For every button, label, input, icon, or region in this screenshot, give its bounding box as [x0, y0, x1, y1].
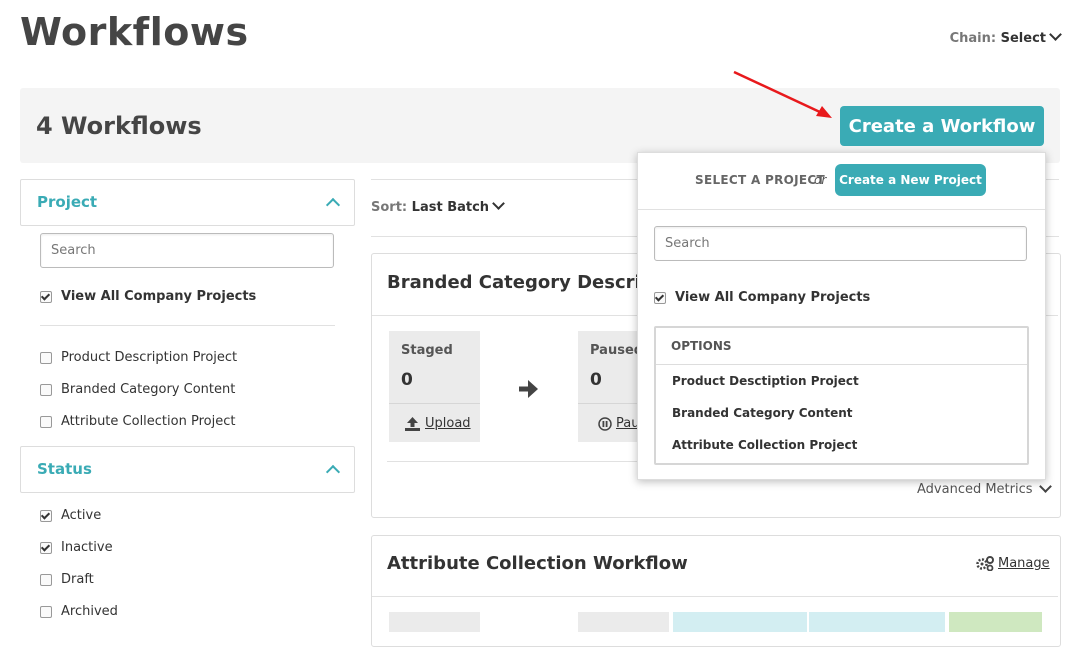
checkbox-icon — [40, 605, 52, 618]
project-search-input[interactable]: Search — [40, 233, 334, 268]
page-title: Workflows — [20, 10, 249, 54]
chevron-up-icon — [325, 464, 341, 479]
status-option-inactive[interactable]: Inactive — [40, 540, 113, 555]
dropdown-view-all-checkbox[interactable]: View All Company Projects — [654, 290, 870, 305]
stage-step-2 — [809, 612, 945, 632]
view-all-projects-checkbox[interactable]: View All Company Projects — [40, 289, 256, 304]
create-workflow-button[interactable]: Create a Workflow — [840, 106, 1044, 146]
checkbox-checked-icon — [40, 290, 52, 303]
stage-step-1 — [673, 612, 807, 632]
gears-icon — [976, 556, 994, 571]
chevron-down-icon — [492, 197, 505, 210]
chevron-down-icon — [1049, 28, 1062, 41]
checkbox-icon — [40, 573, 52, 586]
workflow-count: 4 Workflows — [36, 112, 202, 140]
arrow-right-icon — [519, 380, 538, 398]
status-filter-title: Status — [37, 460, 92, 478]
chevron-up-icon — [325, 197, 341, 212]
select-project-dropdown: SELECT A PROJECT or Create a New Project… — [637, 152, 1046, 480]
status-option-archived[interactable]: Archived — [40, 604, 118, 619]
pause-icon — [598, 416, 612, 431]
project-option[interactable]: Attribute Collection Project — [40, 414, 235, 429]
options-header: OPTIONS — [656, 328, 1027, 365]
project-option[interactable]: Product Description Project — [40, 350, 237, 365]
checkbox-icon — [40, 415, 52, 428]
project-filter-title: Project — [37, 193, 98, 211]
project-option-item[interactable]: Attribute Collection Project — [672, 438, 857, 452]
divider — [389, 403, 480, 404]
stage-paused — [578, 612, 669, 632]
status-option-draft[interactable]: Draft — [40, 572, 94, 587]
project-options-list: OPTIONS Product Desctiption Project Bran… — [654, 326, 1029, 465]
status-filter-panel: Status — [20, 446, 355, 493]
chain-label: Chain: — [949, 31, 997, 46]
divider — [372, 596, 1058, 597]
project-filter-header[interactable]: Project — [21, 180, 354, 224]
divider — [578, 403, 638, 404]
stage-label: Staged — [401, 343, 453, 358]
chain-selector[interactable]: Chain: Select — [949, 28, 1062, 46]
checkbox-icon — [40, 383, 52, 396]
stage-value: 0 — [401, 370, 413, 390]
divider — [638, 209, 1045, 210]
project-option[interactable]: Branded Category Content — [40, 382, 235, 397]
checkbox-checked-icon — [654, 291, 666, 304]
chain-value: Select — [1000, 31, 1046, 46]
status-filter-header[interactable]: Status — [21, 447, 354, 491]
sort-selector[interactable]: Sort: Last Batch — [371, 197, 505, 215]
chevron-down-icon — [1038, 480, 1052, 493]
checkbox-checked-icon — [40, 541, 52, 554]
checkbox-checked-icon — [40, 509, 52, 522]
select-project-label: SELECT A PROJECT — [695, 173, 826, 187]
upload-button[interactable]: Upload — [405, 416, 471, 431]
divider — [40, 325, 335, 326]
upload-icon — [405, 416, 420, 431]
annotation-arrow-icon — [733, 70, 832, 118]
status-option-active[interactable]: Active — [40, 508, 101, 523]
create-new-project-button[interactable]: Create a New Project — [835, 164, 986, 196]
stage-value: 0 — [590, 370, 602, 390]
manage-link[interactable]: Manage — [976, 556, 1050, 571]
project-option-item[interactable]: Product Desctiption Project — [672, 374, 859, 388]
stage-completed — [949, 612, 1042, 632]
advanced-metrics-toggle[interactable]: Advanced Metrics — [917, 480, 1052, 497]
workflow-card-title: Attribute Collection Workflow — [387, 553, 688, 574]
stage-label: Paused — [590, 343, 644, 358]
workflow-card-title: Branded Category Descript — [387, 272, 663, 293]
project-option-item[interactable]: Branded Category Content — [672, 406, 852, 420]
dropdown-search-input[interactable]: Search — [654, 226, 1027, 261]
checkbox-icon — [40, 351, 52, 364]
stage-staged — [389, 612, 480, 632]
or-label: or — [814, 173, 827, 187]
project-filter-panel: Project — [20, 179, 355, 226]
pause-button[interactable]: Pau — [598, 416, 639, 431]
divider — [387, 461, 639, 462]
